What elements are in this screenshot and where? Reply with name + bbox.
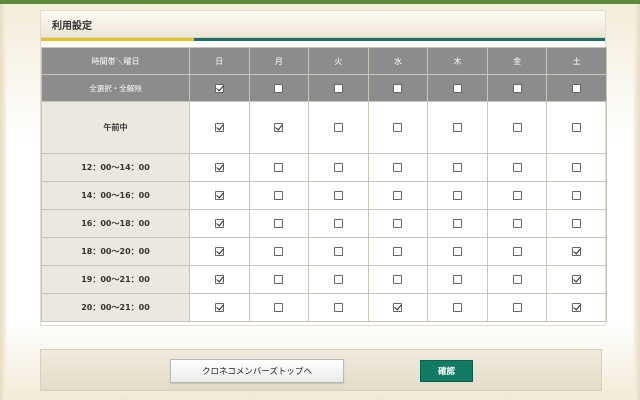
time-slot-label: 14：00〜16：00 bbox=[41, 181, 190, 210]
slot-checkbox[interactable] bbox=[274, 247, 284, 256]
day-header: 火 bbox=[308, 47, 369, 75]
select-all-row: 全選択・全解除 bbox=[41, 74, 607, 102]
time-slot-row: 16：00〜18：00 bbox=[41, 209, 607, 238]
slot-checkbox[interactable] bbox=[572, 123, 582, 132]
select-all-checkbox[interactable] bbox=[453, 83, 463, 93]
slot-checkbox[interactable] bbox=[274, 275, 284, 284]
panel-header: 利用設定 bbox=[41, 11, 605, 38]
slot-checkbox[interactable] bbox=[214, 191, 224, 200]
slot-checkbox[interactable] bbox=[333, 191, 343, 200]
slot-checkbox[interactable] bbox=[572, 303, 582, 312]
select-all-checkbox[interactable] bbox=[333, 83, 343, 93]
slot-checkbox[interactable] bbox=[453, 219, 463, 228]
slot-checkbox[interactable] bbox=[572, 247, 582, 256]
slot-checkbox[interactable] bbox=[572, 275, 582, 284]
select-all-checkbox[interactable] bbox=[214, 83, 224, 93]
slot-checkbox[interactable] bbox=[214, 123, 224, 132]
slot-checkbox[interactable] bbox=[393, 123, 403, 132]
select-all-checkbox[interactable] bbox=[512, 83, 522, 93]
confirm-button[interactable]: 確認 bbox=[420, 360, 473, 382]
kuroneko-members-top-button[interactable]: クロネコメンバーズトップへ bbox=[170, 359, 344, 383]
slot-checkbox[interactable] bbox=[274, 219, 284, 228]
time-slot-label: 午前中 bbox=[41, 101, 190, 154]
time-slot-row: 12：00〜14：00 bbox=[41, 153, 607, 182]
left-page-edge bbox=[0, 4, 6, 400]
slot-checkbox[interactable] bbox=[333, 219, 343, 228]
day-header: 木 bbox=[427, 47, 488, 75]
select-all-checkbox[interactable] bbox=[572, 83, 582, 93]
slot-checkbox[interactable] bbox=[453, 275, 463, 284]
time-slot-row: 19：00〜21：00 bbox=[41, 265, 607, 294]
time-slot-row: 午前中 bbox=[41, 101, 607, 154]
slot-checkbox[interactable] bbox=[512, 247, 522, 256]
time-slot-label: 12：00〜14：00 bbox=[41, 153, 190, 182]
time-slot-row: 20：00〜21：00 bbox=[41, 293, 607, 322]
slot-checkbox[interactable] bbox=[274, 163, 284, 172]
slot-checkbox[interactable] bbox=[393, 247, 403, 256]
slot-checkbox[interactable] bbox=[512, 275, 522, 284]
slot-checkbox[interactable] bbox=[572, 163, 582, 172]
time-slot-label: 20：00〜21：00 bbox=[41, 293, 190, 322]
day-header: 土 bbox=[546, 47, 607, 75]
slot-checkbox[interactable] bbox=[393, 219, 403, 228]
time-slot-label: 16：00〜18：00 bbox=[41, 209, 190, 238]
time-slot-row: 18：00〜20：00 bbox=[41, 237, 607, 266]
usage-settings-panel: 利用設定 時間帯＼曜日 日 月 火 水 木 金 土 全選択・全解除 午前中 12… bbox=[40, 10, 607, 326]
day-header-row: 時間帯＼曜日 日 月 火 水 木 金 土 bbox=[41, 47, 607, 75]
slot-checkbox[interactable] bbox=[214, 247, 224, 256]
slot-checkbox[interactable] bbox=[572, 219, 582, 228]
slot-checkbox[interactable] bbox=[572, 191, 582, 200]
slot-checkbox[interactable] bbox=[333, 247, 343, 256]
time-slot-label: 19：00〜21：00 bbox=[41, 265, 190, 294]
day-header: 月 bbox=[248, 47, 310, 75]
slot-checkbox[interactable] bbox=[393, 191, 403, 200]
slot-checkbox[interactable] bbox=[393, 303, 403, 312]
slot-checkbox[interactable] bbox=[512, 191, 522, 200]
slot-checkbox[interactable] bbox=[453, 123, 463, 132]
day-header: 日 bbox=[189, 47, 250, 75]
right-page-edge bbox=[634, 4, 640, 400]
top-accent-bar bbox=[0, 0, 640, 4]
select-all-checkbox[interactable] bbox=[274, 83, 284, 93]
slot-checkbox[interactable] bbox=[274, 123, 284, 132]
schedule-grid: 時間帯＼曜日 日 月 火 水 木 金 土 全選択・全解除 午前中 12：00〜1… bbox=[41, 47, 607, 322]
slot-checkbox[interactable] bbox=[512, 303, 522, 312]
slot-checkbox[interactable] bbox=[453, 247, 463, 256]
slot-checkbox[interactable] bbox=[393, 163, 403, 172]
slot-checkbox[interactable] bbox=[214, 219, 224, 228]
panel-title: 利用設定 bbox=[52, 20, 92, 32]
slot-checkbox[interactable] bbox=[453, 163, 463, 172]
slot-checkbox[interactable] bbox=[214, 163, 224, 172]
slot-checkbox[interactable] bbox=[214, 303, 224, 312]
slot-checkbox[interactable] bbox=[333, 163, 343, 172]
select-all-label: 全選択・全解除 bbox=[41, 74, 190, 102]
time-slot-row: 14：00〜16：00 bbox=[41, 181, 607, 210]
slot-checkbox[interactable] bbox=[333, 275, 343, 284]
schedule-table: 時間帯＼曜日 日 月 火 水 木 金 土 全選択・全解除 午前中 12：00〜1… bbox=[41, 47, 607, 322]
corner-label: 時間帯＼曜日 bbox=[41, 47, 190, 75]
slot-checkbox[interactable] bbox=[512, 123, 522, 132]
day-header: 金 bbox=[486, 47, 548, 75]
slot-checkbox[interactable] bbox=[453, 191, 463, 200]
slot-checkbox[interactable] bbox=[512, 219, 522, 228]
slot-checkbox[interactable] bbox=[274, 303, 284, 312]
slot-checkbox[interactable] bbox=[214, 275, 224, 284]
footer-button-bar: クロネコメンバーズトップへ 確認 bbox=[40, 349, 602, 391]
header-rule bbox=[41, 38, 605, 41]
slot-checkbox[interactable] bbox=[512, 163, 522, 172]
select-all-checkbox[interactable] bbox=[393, 83, 403, 93]
slot-checkbox[interactable] bbox=[393, 275, 403, 284]
slot-checkbox[interactable] bbox=[453, 303, 463, 312]
slot-checkbox[interactable] bbox=[274, 191, 284, 200]
day-header: 水 bbox=[367, 47, 429, 75]
slot-checkbox[interactable] bbox=[333, 123, 343, 132]
slot-checkbox[interactable] bbox=[333, 303, 343, 312]
time-slot-label: 18：00〜20：00 bbox=[41, 237, 190, 266]
